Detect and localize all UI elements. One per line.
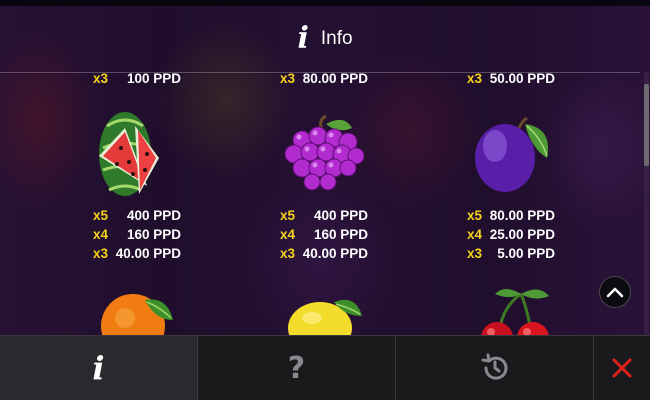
pay-line: x3 100 PPD [93, 72, 181, 86]
grapes-icon [284, 114, 365, 191]
pay-line: x4 160 PPD [280, 227, 368, 242]
cherries-icon [481, 289, 549, 335]
pay-line: x5 80.00 PPD [467, 208, 555, 223]
chevron-up-icon [606, 287, 624, 298]
info-icon: i [297, 21, 309, 56]
pay-line: x4 25.00 PPD [467, 227, 555, 242]
pay-line: x3 40.00 PPD [280, 246, 368, 261]
orange-icon [101, 294, 173, 335]
history-icon [481, 353, 507, 380]
info-tab-button[interactable]: i [0, 336, 197, 400]
pay-line: x5 400 PPD [280, 208, 368, 223]
scroll-to-top-button[interactable] [599, 276, 631, 308]
pay-line: x3 80.00 PPD [280, 72, 368, 86]
close-icon [612, 358, 632, 378]
pay-line: x3 5.00 PPD [467, 246, 555, 261]
info-icon: i [92, 349, 105, 387]
watermelon-icon [99, 112, 159, 196]
question-icon: ? [287, 350, 306, 386]
pay-line: x5 400 PPD [93, 208, 181, 223]
paytable-scroll-area[interactable]: x3 100 PPD x5 400 PPD x4 160 PPD x3 40.0… [0, 72, 640, 335]
plum-icon [475, 116, 549, 192]
help-tab-button[interactable]: ? [198, 336, 395, 400]
pay-line: x3 50.00 PPD [467, 72, 555, 86]
pay-line: x3 40.00 PPD [93, 246, 181, 261]
pay-line: x4 160 PPD [93, 227, 181, 242]
lemon-icon [288, 299, 362, 335]
close-button[interactable] [594, 336, 650, 400]
info-header: i Info [0, 6, 650, 72]
bottom-toolbar: i ? [0, 335, 650, 400]
page-title: Info [320, 28, 353, 49]
history-tab-button[interactable] [396, 336, 593, 400]
scrollbar-thumb[interactable] [644, 84, 649, 166]
